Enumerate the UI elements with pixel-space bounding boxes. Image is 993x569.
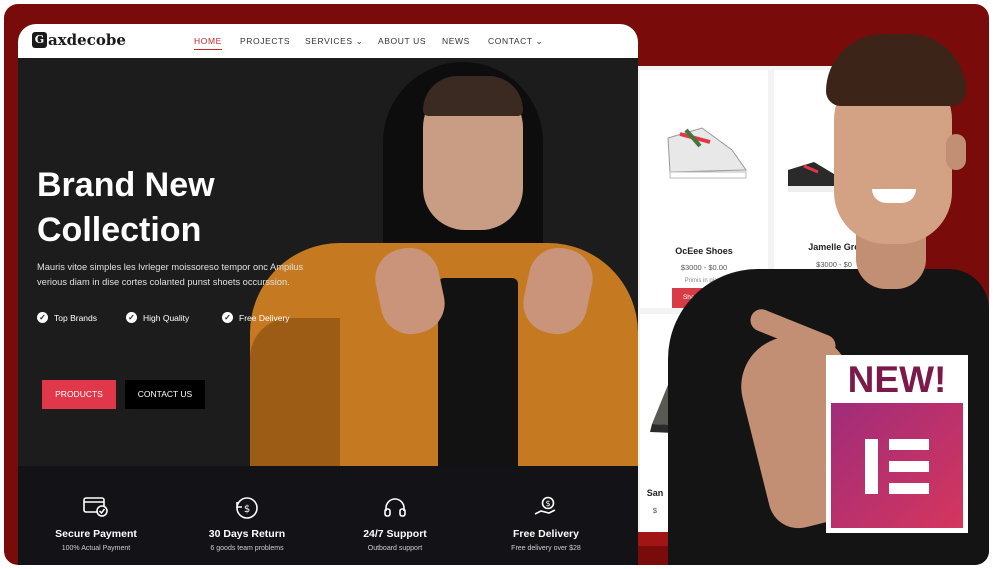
benefit-title: 24/7 Support (363, 528, 427, 540)
benefit-free-delivery: $ Free Delivery Free delivery over $28 (471, 496, 621, 552)
return-icon: $ (172, 496, 322, 520)
new-elementor-badge: NEW! (826, 355, 968, 533)
nav-contact[interactable]: CONTACT ⌄ (488, 36, 543, 47)
feature-label: Free Delivery (239, 312, 290, 323)
nav-news[interactable]: NEWS (442, 36, 470, 46)
site-logo[interactable]: G axdecobe (32, 31, 126, 49)
benefit-secure-payment: Secure Payment 100% Actual Payment (21, 496, 171, 552)
benefit-subtitle: 100% Actual Payment (61, 545, 131, 552)
thumbnail-frame: OcEee Shoes $3000 - $0.00 Primis in plaz… (4, 4, 989, 565)
benefit-support: 24/7 Support Outboard support (320, 496, 470, 552)
nav-home[interactable]: HOME (194, 36, 222, 50)
check-icon: ✓ (126, 312, 137, 323)
presenter-ear (946, 134, 966, 170)
nav-about[interactable]: ABOUT US (378, 36, 426, 46)
benefit-title: Secure Payment (55, 528, 137, 540)
nav-projects[interactable]: PROJECTS (240, 36, 290, 46)
benefit-30-days-return: $ 30 Days Return 6 goods team problems (172, 496, 322, 552)
logo-bag-icon: G (32, 32, 47, 48)
card-check-icon (21, 496, 171, 520)
sneaker-image (667, 127, 747, 179)
feature-free-delivery: ✓ Free Delivery (222, 312, 290, 323)
model-jacket-shade (250, 318, 340, 466)
hero-description: Mauris vitoe simples les lvrleger moisso… (37, 262, 304, 287)
hero-section: Brand New Collection Mauris vitoe simple… (18, 58, 638, 466)
benefit-title: 30 Days Return (208, 528, 286, 540)
new-badge-text: NEW! (847, 359, 947, 400)
feature-label: Top Brands (54, 312, 97, 323)
svg-text:$: $ (545, 499, 550, 508)
contact-us-button[interactable]: CONTACT US (125, 380, 205, 409)
website-preview: G axdecobe HOME PROJECTS SERVICES ⌄ ABOU… (18, 24, 638, 565)
product-name: San (646, 488, 664, 498)
model-hair (423, 76, 523, 116)
site-navbar: G axdecobe HOME PROJECTS SERVICES ⌄ ABOU… (18, 24, 638, 58)
model-tshirt (438, 278, 518, 466)
presenter-hair (826, 34, 966, 106)
feature-high-quality: ✓ High Quality (126, 312, 189, 323)
benefit-title: Free Delivery (513, 528, 579, 540)
hero-title-line1: Brand New (37, 166, 215, 204)
elementor-bar (889, 483, 929, 494)
feature-label: High Quality (143, 312, 190, 323)
feature-top-brands: ✓ Top Brands (37, 312, 97, 323)
product-name: OcEee Shoes (675, 246, 733, 256)
elementor-bar (865, 439, 878, 494)
check-icon: ✓ (222, 312, 233, 323)
product-price: $ (652, 506, 658, 515)
elementor-logo-icon (831, 403, 963, 528)
logo-text: axdecobe (48, 31, 126, 49)
hero-title: Brand New Collection (37, 163, 297, 253)
products-button[interactable]: PRODUCTS (42, 380, 116, 409)
nav-services[interactable]: SERVICES ⌄ (305, 36, 363, 47)
benefit-subtitle: Free delivery over $28 (511, 545, 581, 552)
hero-title-line2: Collection (37, 211, 202, 249)
headset-icon (320, 496, 470, 520)
hand-coin-icon: $ (471, 496, 621, 520)
elementor-bar (889, 461, 929, 472)
elementor-bar (889, 439, 929, 450)
benefit-subtitle: Outboard support (367, 545, 423, 552)
benefit-subtitle: 6 goods team problems (210, 545, 284, 552)
svg-text:$: $ (244, 504, 250, 515)
benefits-bar: Secure Payment 100% Actual Payment $ 30 … (18, 466, 638, 565)
check-icon: ✓ (37, 312, 48, 323)
